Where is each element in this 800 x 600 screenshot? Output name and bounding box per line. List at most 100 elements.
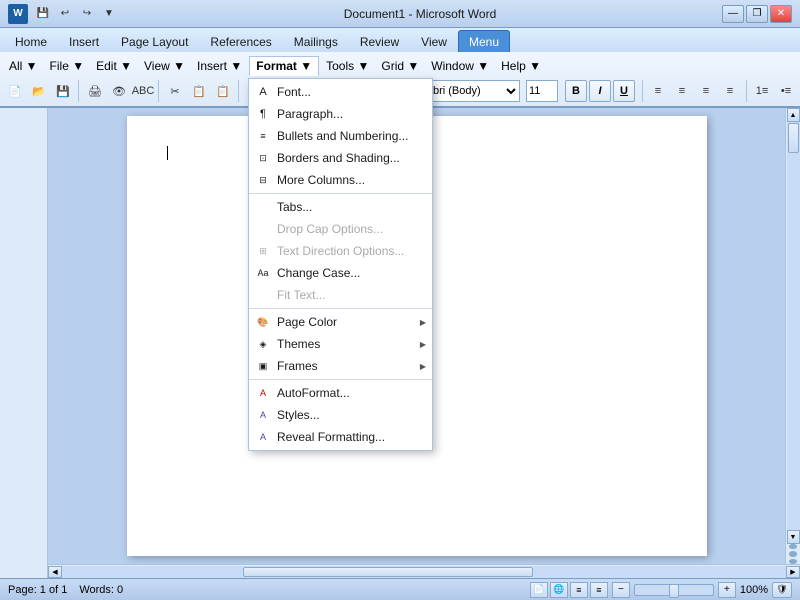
tab-home[interactable]: Home: [4, 30, 58, 52]
align-center-btn[interactable]: ≡: [671, 80, 693, 102]
menu-toolbar-row: All ▼ File ▼ Edit ▼ View ▼ Insert ▼ Form…: [4, 54, 796, 78]
zoom-in-btn[interactable]: +: [718, 582, 736, 598]
menu-insert[interactable]: Insert ▼: [192, 58, 247, 74]
tab-review[interactable]: Review: [349, 30, 410, 52]
title-bar-left: W 💾 ↩ ↪ ▼: [8, 4, 118, 24]
menu-separator-2: [249, 308, 432, 309]
tab-view[interactable]: View: [410, 30, 458, 52]
status-left: Page: 1 of 1 Words: 0: [8, 584, 123, 596]
change-case-menu-icon: Aa: [255, 265, 271, 281]
menu-file[interactable]: File ▼: [45, 58, 90, 74]
cut-btn[interactable]: ✂: [164, 80, 186, 102]
align-left-btn[interactable]: ≡: [647, 80, 669, 102]
paste-btn[interactable]: 📋: [212, 80, 234, 102]
tab-menu[interactable]: Menu: [458, 30, 510, 52]
tab-page-layout[interactable]: Page Layout: [110, 30, 199, 52]
styles-menu-icon: A: [255, 407, 271, 423]
window-title: Document1 - Microsoft Word: [344, 7, 497, 21]
ribbon-tab-bar: Home Insert Page Layout References Maili…: [0, 28, 800, 52]
web-view-btn[interactable]: 🌐: [550, 582, 568, 598]
zoom-slider-track[interactable]: [634, 584, 714, 596]
italic-btn[interactable]: I: [589, 80, 611, 102]
borders-menu-icon: ⊡: [255, 150, 271, 166]
draft-view-btn[interactable]: ≡: [590, 582, 608, 598]
menu-item-columns[interactable]: ⊟ More Columns...: [249, 169, 432, 191]
zoom-out-btn[interactable]: −: [612, 582, 630, 598]
menu-grid[interactable]: Grid ▼: [376, 58, 424, 74]
menu-item-tabs[interactable]: Tabs...: [249, 196, 432, 218]
tab-mailings[interactable]: Mailings: [283, 30, 349, 52]
close-button[interactable]: ✕: [770, 5, 792, 23]
app-icon: W: [8, 4, 28, 24]
undo-quick-btn[interactable]: ↩: [56, 5, 74, 23]
paragraph-menu-icon: ¶: [255, 106, 271, 122]
spell-btn[interactable]: ABC: [132, 80, 154, 102]
outline-view-btn[interactable]: ≡: [570, 582, 588, 598]
scroll-thumb[interactable]: [788, 123, 799, 153]
menu-help[interactable]: Help ▼: [496, 58, 546, 74]
new-doc-btn[interactable]: 📄: [4, 80, 26, 102]
scroll-track: [787, 122, 800, 530]
h-scroll-track: [62, 566, 786, 578]
bold-btn[interactable]: B: [565, 80, 587, 102]
copy-btn[interactable]: 📋: [188, 80, 210, 102]
bullets-btn[interactable]: •≡: [775, 80, 797, 102]
tab-references[interactable]: References: [199, 30, 282, 52]
print-view-btn[interactable]: 📄: [530, 582, 548, 598]
view-buttons: 📄 🌐 ≡ ≡: [530, 582, 608, 598]
drop-cap-menu-icon: [255, 221, 271, 237]
menu-item-paragraph[interactable]: ¶ Paragraph...: [249, 103, 432, 125]
format-dropdown-menu: A Font... ¶ Paragraph... ≡ Bullets and N…: [248, 78, 433, 451]
menu-item-reveal-formatting[interactable]: A Reveal Formatting...: [249, 426, 432, 448]
menu-item-autoformat[interactable]: A AutoFormat...: [249, 382, 432, 404]
menu-tools[interactable]: Tools ▼: [321, 58, 374, 74]
align-right-btn[interactable]: ≡: [695, 80, 717, 102]
menu-window[interactable]: Window ▼: [426, 58, 494, 74]
menu-item-themes[interactable]: ◈ Themes: [249, 333, 432, 355]
h-scroll-thumb[interactable]: [243, 567, 533, 577]
menu-item-drop-cap[interactable]: Drop Cap Options...: [249, 218, 432, 240]
menu-all[interactable]: All ▼: [4, 58, 43, 74]
menu-item-fit-text[interactable]: Fit Text...: [249, 284, 432, 306]
zoom-slider-thumb[interactable]: [669, 584, 679, 598]
security-icon: 🛡: [772, 582, 792, 598]
menu-format[interactable]: Format ▼: [249, 56, 319, 76]
scroll-down-btn[interactable]: ▼: [787, 530, 800, 544]
numbering-btn[interactable]: 1≡: [751, 80, 773, 102]
save-quick-btn[interactable]: 💾: [34, 5, 52, 23]
menu-view[interactable]: View ▼: [139, 58, 190, 74]
open-btn[interactable]: 📂: [28, 80, 50, 102]
scroll-right-btn[interactable]: ▶: [786, 566, 800, 578]
menu-separator-3: [249, 379, 432, 380]
title-bar: W 💾 ↩ ↪ ▼ Document1 - Microsoft Word — ❐…: [0, 0, 800, 28]
menu-item-bullets[interactable]: ≡ Bullets and Numbering...: [249, 125, 432, 147]
menu-item-frames[interactable]: ▣ Frames: [249, 355, 432, 377]
frames-menu-icon: ▣: [255, 358, 271, 374]
redo-quick-btn[interactable]: ↪: [78, 5, 96, 23]
menu-item-borders[interactable]: ⊡ Borders and Shading...: [249, 147, 432, 169]
underline-btn[interactable]: U: [613, 80, 635, 102]
save-btn[interactable]: 💾: [52, 80, 74, 102]
menu-item-styles[interactable]: A Styles...: [249, 404, 432, 426]
vertical-scrollbar[interactable]: ▲ ▼: [785, 108, 800, 564]
menu-item-font[interactable]: A Font...: [249, 81, 432, 103]
restore-button[interactable]: ❐: [746, 5, 768, 23]
horizontal-scrollbar[interactable]: ◀ ▶: [48, 564, 800, 578]
preview-btn[interactable]: 👁: [108, 80, 130, 102]
menu-edit[interactable]: Edit ▼: [91, 58, 137, 74]
scroll-left-btn[interactable]: ◀: [48, 566, 62, 578]
justify-btn[interactable]: ≡: [719, 80, 741, 102]
font-size-input[interactable]: [526, 80, 558, 102]
menu-item-change-case[interactable]: Aa Change Case...: [249, 262, 432, 284]
word-count: Words: 0: [79, 584, 123, 596]
tab-insert[interactable]: Insert: [58, 30, 110, 52]
print-btn[interactable]: 🖨: [84, 80, 106, 102]
reveal-formatting-menu-icon: A: [255, 429, 271, 445]
qa-dropdown-btn[interactable]: ▼: [100, 5, 118, 23]
menu-item-text-direction[interactable]: ⊞ Text Direction Options...: [249, 240, 432, 262]
font-menu-icon: A: [255, 84, 271, 100]
left-panel: [0, 108, 48, 578]
minimize-button[interactable]: —: [722, 5, 744, 23]
menu-item-page-color[interactable]: 🎨 Page Color: [249, 311, 432, 333]
scroll-up-btn[interactable]: ▲: [787, 108, 800, 122]
